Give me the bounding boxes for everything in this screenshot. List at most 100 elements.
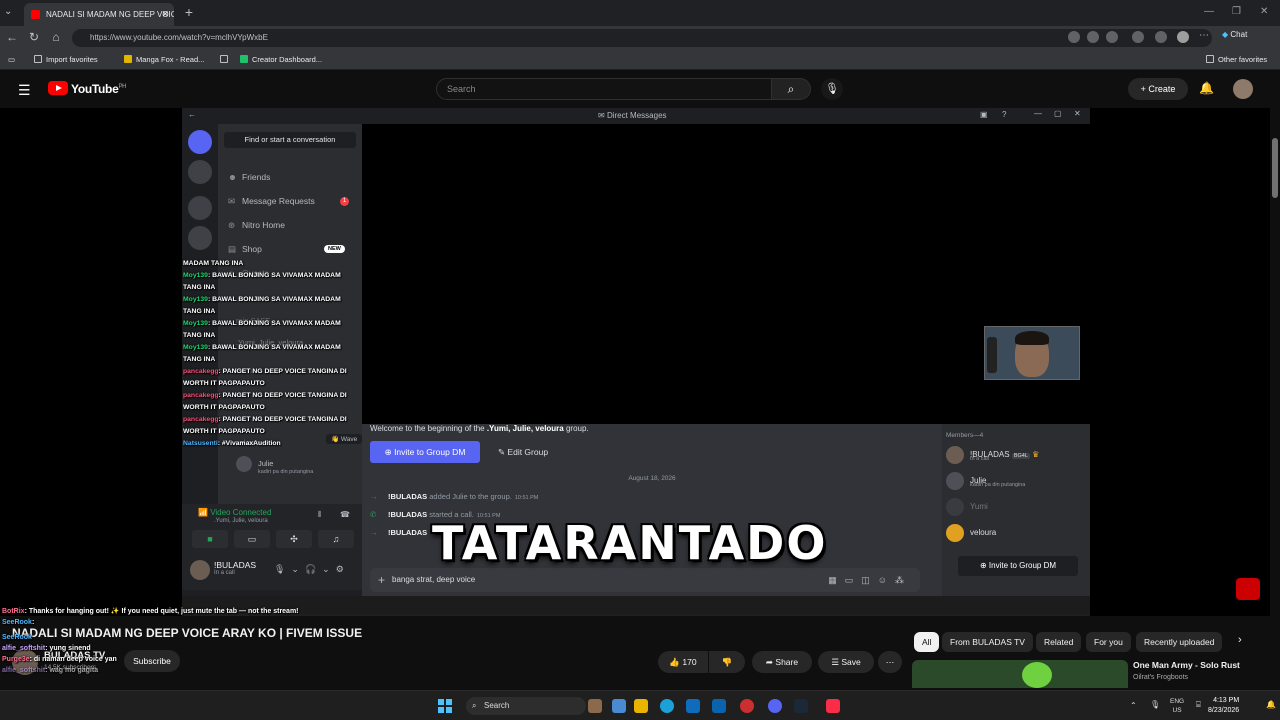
extension-icon[interactable] bbox=[1106, 31, 1118, 43]
chat-line: Moy139: BAWAL BONJING SA VIVAMAX MADAM T… bbox=[183, 318, 348, 342]
member-item: Yumi bbox=[946, 498, 988, 516]
inbox-icon: ▣ bbox=[980, 110, 988, 119]
tab-title: NADALI SI MADAM NG DEEP VOIC bbox=[46, 10, 174, 19]
network-icon[interactable]: ⌸ bbox=[1196, 700, 1201, 709]
refresh-icon[interactable]: ↻ bbox=[26, 30, 42, 44]
profile-avatar[interactable] bbox=[1177, 31, 1189, 43]
member-name: veloura bbox=[970, 528, 997, 538]
related-channel[interactable]: Oilrat's Frogboots bbox=[1133, 674, 1188, 681]
chip-for-you[interactable]: For you bbox=[1086, 632, 1131, 652]
bookmark-import[interactable]: Import favorites bbox=[34, 55, 98, 64]
chat-user: Moy139 bbox=[183, 296, 208, 303]
chat-user: Moy139 bbox=[183, 272, 208, 279]
microphone bbox=[987, 337, 997, 373]
bookmark-creator-dashboard[interactable]: Creator Dashboard... bbox=[240, 55, 322, 64]
like-button[interactable]: 👍 170 bbox=[658, 651, 708, 673]
discord-home-icon bbox=[188, 130, 212, 154]
music-icon[interactable] bbox=[826, 699, 840, 713]
search-input[interactable]: Search bbox=[436, 78, 772, 100]
page-scrollbar[interactable] bbox=[1270, 108, 1280, 688]
minimize-icon[interactable]: — bbox=[1204, 6, 1214, 17]
url-field[interactable]: https://www.youtube.com/watch?v=mclhVYpW… bbox=[72, 29, 1212, 47]
voice-search-button[interactable]: 🎙 bbox=[821, 78, 843, 100]
bookmark-manga-fox[interactable]: Manga Fox - Read... bbox=[124, 55, 204, 64]
logo-text: YouTube bbox=[71, 82, 119, 96]
account-avatar[interactable] bbox=[1233, 79, 1253, 99]
dislike-button[interactable]: 👎 bbox=[709, 651, 745, 673]
tab-actions-icon[interactable]: ⌄ bbox=[4, 6, 12, 17]
back-icon[interactable]: ← bbox=[4, 30, 20, 44]
nav-label: Nitro Home bbox=[242, 220, 285, 230]
chevron-right-icon[interactable]: › bbox=[1238, 634, 1242, 646]
server-icon bbox=[188, 196, 212, 220]
copilot-chat-button[interactable]: ◆ Chat bbox=[1222, 30, 1247, 39]
taskbar-search-label: Search bbox=[484, 701, 510, 710]
nav-friends: ☻ Friends bbox=[228, 172, 270, 182]
home-icon[interactable]: ⌂ bbox=[48, 30, 64, 44]
edge-icon[interactable] bbox=[660, 699, 674, 713]
maximize-icon: ▢ bbox=[1054, 109, 1062, 118]
favorites-icon[interactable] bbox=[1155, 31, 1167, 43]
close-icon: ✕ bbox=[1074, 109, 1081, 118]
reader-mode-icon[interactable] bbox=[1068, 31, 1080, 43]
steam-icon[interactable] bbox=[794, 699, 808, 713]
group-chat: Welcome to the beginning of the .Yumi, J… bbox=[362, 424, 942, 604]
share-button[interactable]: ➦ Share bbox=[752, 651, 812, 673]
channel-avatar[interactable] bbox=[12, 649, 38, 675]
file-explorer-icon[interactable] bbox=[634, 699, 648, 713]
thumbs-down-icon: 👎 bbox=[721, 657, 733, 667]
close-tab-icon[interactable]: ✕ bbox=[161, 3, 169, 26]
chip-recently-uploaded[interactable]: Recently uploaded bbox=[1136, 632, 1223, 652]
taskbar-search[interactable]: ⌕ Search bbox=[466, 697, 586, 715]
task-view-icon[interactable] bbox=[612, 699, 626, 713]
extensions-puzzle-icon[interactable] bbox=[1132, 31, 1144, 43]
close-window-icon[interactable]: ✕ bbox=[1260, 6, 1268, 17]
widgets-app-icon[interactable] bbox=[588, 699, 602, 713]
scrollbar-thumb[interactable] bbox=[1272, 138, 1278, 198]
youtube-watermark-icon[interactable] bbox=[1236, 578, 1260, 600]
notifications-bell-icon[interactable]: 🔔 bbox=[1199, 81, 1214, 95]
other-favorites[interactable]: Other favorites bbox=[1206, 55, 1267, 64]
youtube-favicon-icon bbox=[31, 10, 40, 19]
obs-icon[interactable] bbox=[740, 699, 754, 713]
store-icon[interactable] bbox=[686, 699, 700, 713]
share-label: Share bbox=[775, 657, 799, 667]
windows-start-icon[interactable] bbox=[438, 699, 452, 713]
bookmarks-toggle-icon[interactable]: ▭ bbox=[8, 55, 15, 64]
title-text: Direct Messages bbox=[606, 111, 667, 120]
bookmark-folder[interactable] bbox=[220, 55, 232, 64]
chat-line: Moy139: BAWAL BONJING SA VIVAMAX MADAM T… bbox=[183, 342, 348, 366]
more-actions-button[interactable]: ⋯ bbox=[878, 651, 902, 673]
language-indicator[interactable]: ENG US bbox=[1170, 697, 1184, 715]
chevron-up-icon[interactable]: ⌃ bbox=[1130, 701, 1137, 710]
chip-all[interactable]: All bbox=[914, 632, 940, 652]
clock-time: 4:13 PM bbox=[1213, 697, 1240, 704]
browser-tab[interactable]: NADALI SI MADAM NG DEEP VOIC ✕ bbox=[24, 3, 174, 26]
screen-share-button: ▭ bbox=[234, 530, 270, 548]
chip-from-channel[interactable]: From BULADAS TV bbox=[942, 632, 1033, 652]
channel-name[interactable]: BULADAS TV bbox=[44, 650, 105, 661]
chip-related[interactable]: Related bbox=[1036, 632, 1082, 652]
mic-tray-icon[interactable]: 🎙 bbox=[1150, 700, 1160, 709]
related-thumbnail[interactable] bbox=[912, 660, 1128, 688]
new-tab-button[interactable]: + bbox=[180, 3, 198, 21]
search-button[interactable]: ⌕ bbox=[771, 78, 811, 100]
outlook-icon[interactable] bbox=[712, 699, 726, 713]
notifications-icon[interactable]: 🔔 bbox=[1266, 700, 1276, 709]
system-clock[interactable]: 4:13 PM 8/23/2026 bbox=[1208, 696, 1239, 716]
create-button[interactable]: + Create bbox=[1128, 78, 1188, 100]
soundboard-button: ♫ bbox=[318, 530, 354, 548]
menu-icon[interactable]: ☰ bbox=[18, 82, 31, 99]
save-button[interactable]: ☰ Save bbox=[818, 651, 874, 673]
member-tag: BG4L bbox=[1011, 453, 1030, 460]
discord-icon[interactable] bbox=[768, 699, 782, 713]
related-title[interactable]: One Man Army - Solo Rust bbox=[1133, 660, 1240, 670]
more-menu-icon[interactable]: ⋯ bbox=[1199, 31, 1211, 43]
maximize-icon[interactable]: ❐ bbox=[1232, 6, 1241, 17]
member-name: Yumi bbox=[970, 502, 988, 512]
youtube-logo[interactable]: YouTubePH bbox=[48, 81, 126, 97]
subscribe-button[interactable]: Subscribe bbox=[124, 650, 180, 672]
url-text: https://www.youtube.com/watch?v=mclhVYpW… bbox=[90, 33, 268, 42]
favorite-star-icon[interactable] bbox=[1087, 31, 1099, 43]
disconnect-icon: ☎ bbox=[340, 510, 350, 519]
